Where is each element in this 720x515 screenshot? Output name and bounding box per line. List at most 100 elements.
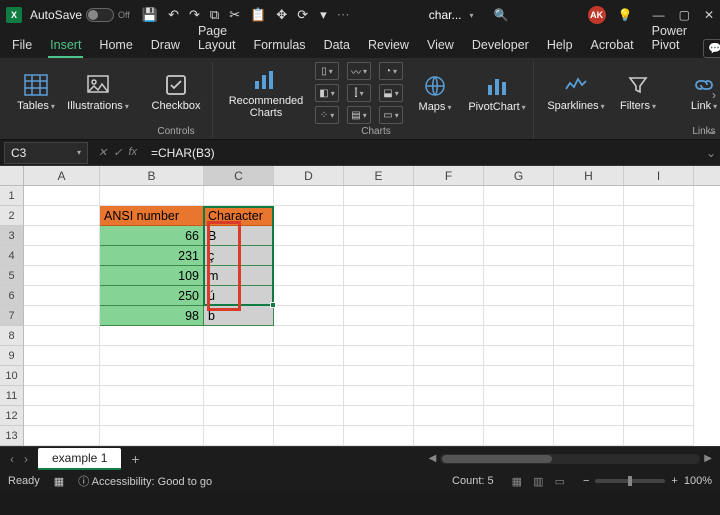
tab-developer[interactable]: Developer	[470, 34, 531, 58]
cell[interactable]	[274, 306, 344, 326]
row-header[interactable]: 5	[0, 266, 24, 286]
cell[interactable]	[414, 186, 484, 206]
cell[interactable]	[554, 406, 624, 426]
horizontal-scrollbar[interactable]: ◀ ▶	[150, 453, 720, 464]
pie-chart-icon[interactable]: ◔▾	[379, 62, 403, 80]
cell[interactable]	[554, 226, 624, 246]
col-header-C[interactable]: C	[204, 166, 274, 185]
cell[interactable]	[484, 286, 554, 306]
cell[interactable]	[414, 406, 484, 426]
tab-formulas[interactable]: Formulas	[251, 34, 307, 58]
tab-page-layout[interactable]: Page Layout	[196, 20, 238, 58]
cell[interactable]	[24, 366, 100, 386]
cell[interactable]	[24, 286, 100, 306]
name-box[interactable]: C3 ▾	[4, 142, 88, 164]
cell[interactable]	[204, 406, 274, 426]
tab-help[interactable]: Help	[545, 34, 575, 58]
cell[interactable]	[624, 226, 694, 246]
hierarchy-chart-icon[interactable]: ◧▾	[315, 84, 339, 102]
cell[interactable]	[24, 186, 100, 206]
cell[interactable]	[204, 366, 274, 386]
cell[interactable]	[484, 406, 554, 426]
cell[interactable]	[274, 266, 344, 286]
refresh-icon[interactable]: ⟳	[297, 7, 308, 23]
cell[interactable]	[624, 206, 694, 226]
cell[interactable]	[204, 186, 274, 206]
cell[interactable]	[344, 226, 414, 246]
col-header-E[interactable]: E	[344, 166, 414, 185]
hscroll-left-icon[interactable]: ◀	[429, 453, 437, 464]
fx-icon[interactable]: fx	[128, 146, 137, 159]
cell[interactable]	[344, 206, 414, 226]
lightbulb-icon[interactable]: 💡	[618, 8, 633, 22]
qat-more-icon[interactable]: ▾	[320, 7, 327, 23]
row-header[interactable]: 6	[0, 286, 24, 306]
page-layout-view-icon[interactable]: ▥	[529, 476, 547, 488]
cell[interactable]	[554, 286, 624, 306]
column-chart-icon[interactable]: ▯▾	[315, 62, 339, 80]
tab-data[interactable]: Data	[322, 34, 352, 58]
ribbon-overflow-icon[interactable]: ›	[712, 88, 716, 102]
save-icon[interactable]: 💾	[142, 7, 158, 23]
cell[interactable]	[100, 386, 204, 406]
maps-button[interactable]: Maps▾	[411, 73, 459, 113]
cell[interactable]	[274, 366, 344, 386]
cell[interactable]	[24, 326, 100, 346]
add-sheet-button[interactable]: +	[121, 451, 149, 467]
row-header[interactable]: 10	[0, 366, 24, 386]
filters-button[interactable]: Filters▾	[614, 72, 662, 112]
row-header[interactable]: 8	[0, 326, 24, 346]
cell[interactable]	[554, 186, 624, 206]
document-name[interactable]: char...	[429, 8, 462, 22]
tab-power-pivot[interactable]: Power Pivot	[650, 20, 689, 58]
cell[interactable]	[100, 326, 204, 346]
cell[interactable]	[414, 226, 484, 246]
tab-insert[interactable]: Insert	[48, 34, 83, 58]
cell[interactable]: 109	[100, 266, 204, 286]
cell[interactable]	[24, 226, 100, 246]
col-header-I[interactable]: I	[624, 166, 694, 185]
row-header[interactable]: 3	[0, 226, 24, 246]
cell[interactable]	[624, 326, 694, 346]
cell[interactable]: B	[204, 226, 274, 246]
close-button[interactable]: ✕	[704, 8, 714, 22]
cell[interactable]	[624, 246, 694, 266]
cell[interactable]	[100, 426, 204, 446]
sheet-nav-next-icon[interactable]: ›	[24, 452, 28, 466]
cell[interactable]: Character	[204, 206, 274, 226]
sparklines-button[interactable]: Sparklines▾	[546, 72, 606, 112]
page-break-view-icon[interactable]: ▭	[551, 476, 569, 488]
cell[interactable]	[274, 186, 344, 206]
cell[interactable]	[554, 366, 624, 386]
cell[interactable]	[24, 306, 100, 326]
autosave-toggle[interactable]: AutoSave Off	[30, 8, 130, 22]
cell[interactable]	[484, 246, 554, 266]
cell[interactable]	[274, 346, 344, 366]
cell[interactable]	[24, 386, 100, 406]
comments-pane-icon[interactable]: 💬	[703, 39, 720, 58]
cell[interactable]	[100, 186, 204, 206]
cell[interactable]	[624, 426, 694, 446]
cell[interactable]	[100, 346, 204, 366]
tab-view[interactable]: View	[425, 34, 456, 58]
cell[interactable]	[344, 426, 414, 446]
worksheet-grid[interactable]: A B C D E F G H I 12ANSI numberCharacter…	[0, 166, 720, 446]
cell[interactable]	[204, 426, 274, 446]
cell[interactable]	[554, 426, 624, 446]
cell[interactable]: b	[204, 306, 274, 326]
cell[interactable]	[274, 386, 344, 406]
row-header[interactable]: 2	[0, 206, 24, 226]
stats-icon[interactable]: ▦	[54, 475, 64, 488]
cell[interactable]: 250	[100, 286, 204, 306]
cell[interactable]	[414, 246, 484, 266]
cell[interactable]	[344, 326, 414, 346]
cell[interactable]: ú	[204, 286, 274, 306]
cell[interactable]	[100, 406, 204, 426]
user-avatar[interactable]: AK	[588, 6, 606, 24]
zoom-in-icon[interactable]: +	[671, 475, 677, 487]
cell[interactable]	[624, 406, 694, 426]
hscroll-right-icon[interactable]: ▶	[704, 453, 712, 464]
zoom-out-icon[interactable]: −	[583, 475, 589, 487]
accessibility-status[interactable]: ⓘ Accessibility: Good to go	[78, 473, 212, 489]
hscroll-thumb[interactable]	[442, 455, 552, 463]
